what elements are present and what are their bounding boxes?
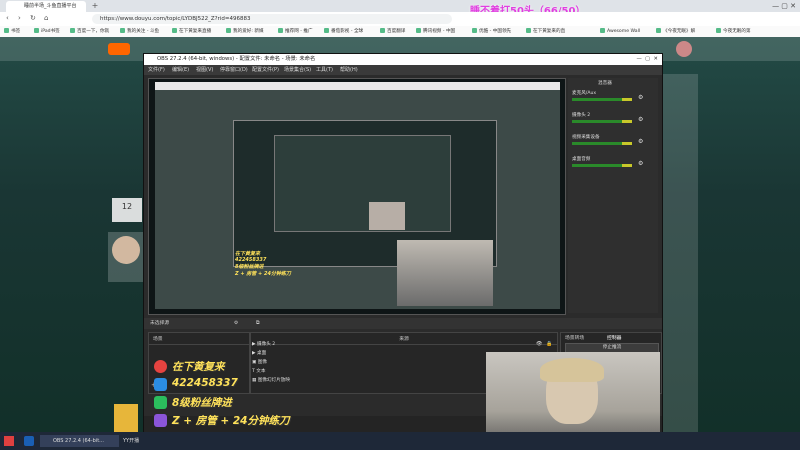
preview-social-overlay: 在下黄复来 422458337 8级粉丝牌进 Z + 房管 + 24分钟练刀	[235, 250, 291, 298]
mixer-level-bar	[572, 120, 632, 123]
mixer-channel-label: 桌面音频	[572, 157, 591, 162]
source-label: 桌面	[257, 351, 267, 356]
bookmark-item[interactable]: 腾讯视频 - 中国	[416, 27, 455, 36]
star-icon	[154, 414, 167, 427]
mixer-channel-label: 麦克风/Aux	[572, 91, 597, 96]
sources-panel-title: 来源	[251, 333, 557, 345]
visibility-eye-icon[interactable]: 👁	[536, 341, 542, 347]
mixer-title: 混音器	[598, 81, 612, 86]
mixer-level-bar	[572, 98, 632, 101]
preview-webcam	[397, 240, 493, 306]
gear-icon[interactable]: ⚙	[638, 116, 652, 124]
windows-taskbar: OBS 27.2.4 (64-bit... YY开播	[0, 432, 800, 450]
weibo-icon	[154, 360, 167, 373]
obs-window-controls[interactable]: — ▢ ✕	[637, 54, 658, 65]
menu-dock[interactable]: 停靠窗口(D)	[220, 65, 248, 75]
mixer-channel-label: 视频采集设备	[572, 135, 600, 140]
forward-icon[interactable]: ›	[18, 14, 21, 22]
qq-icon	[154, 378, 167, 391]
audio-mixer: 混音器 麦克风/Aux ⚙ 摄像头 2 ⚙ 视频采集设备 ⚙ 桌面音频 ⚙	[568, 78, 658, 313]
browser-tab-bar: 睡前半场_斗鱼直播平台 + 睡不着打50头（66/50） — ▢ ✕	[0, 0, 800, 17]
nested-capture: 在下黄复来 422458337 8级粉丝牌进 Z + 房管 + 24分钟练刀	[155, 82, 560, 309]
obs-titlebar: OBS 27.2.4 (64-bit, windows) - 配置文件: 未命名…	[144, 54, 662, 65]
source-label: 摄像头 2	[257, 342, 276, 347]
menu-scene-collection[interactable]: 场景集合(S)	[284, 65, 311, 75]
overlay-line-fans: 8级粉丝牌进	[172, 397, 232, 409]
tab-title: 睡前半场_斗鱼直播平台	[24, 3, 77, 9]
bookmark-item[interactable]: 优酷 - 中国领先	[472, 27, 511, 36]
lock-icon[interactable]: 🔒	[546, 341, 552, 347]
menu-help[interactable]: 帮助(H)	[340, 65, 358, 75]
bookmark-item[interactable]: 《今夜无眠》解	[656, 27, 695, 36]
preview-overlay-line: 在下黄复来	[235, 251, 261, 257]
window-controls[interactable]: — ▢ ✕	[760, 0, 800, 12]
taskbar-yy[interactable]: YY开播	[110, 435, 163, 447]
bookmark-item[interactable]: 番茄影视 - 全球	[324, 27, 363, 36]
source-toolbar: 未选择源 ⚙ ⧉	[144, 318, 662, 329]
bookmark-item[interactable]: 在下黄复来直播	[172, 27, 211, 36]
preview-overlay-line: Z + 房管 + 24分钟练刀	[235, 271, 291, 277]
right-side-panel	[662, 74, 698, 432]
obs-menubar: 文件(F) 编辑(E) 视图(V) 停靠窗口(D) 配置文件(P) 场景集合(S…	[144, 65, 662, 75]
bookmark-item[interactable]: 百度翻译	[380, 27, 405, 36]
menu-edit[interactable]: 编辑(E)	[172, 65, 189, 75]
tab-controls[interactable]: 控制器	[607, 334, 621, 341]
bookmark-item[interactable]: 书签	[4, 27, 20, 36]
mixer-level-bar	[572, 164, 632, 167]
overlay-line-qq: 422458337	[172, 377, 238, 389]
menu-tools[interactable]: 工具(T)	[316, 65, 333, 75]
mixer-level-bar	[572, 142, 632, 145]
obs-preview[interactable]: 在下黄复来 422458337 8级粉丝牌进 Z + 房管 + 24分钟练刀	[148, 78, 566, 315]
overlay-line-name: 在下黄复来	[172, 361, 225, 373]
bookmark-item[interactable]: 我的关注 - 斗鱼	[120, 27, 159, 36]
menu-view[interactable]: 视图(V)	[196, 65, 213, 75]
streamer-card	[108, 232, 144, 282]
bookmark-item[interactable]: Awesome Wall	[600, 27, 640, 36]
preview-overlay-line: 8级粉丝牌进	[235, 264, 264, 270]
gear-icon[interactable]: ⚙	[638, 94, 652, 102]
bookmark-item[interactable]: 我的爱好: 新媒	[226, 27, 264, 36]
bookmark-item[interactable]: 百度一下，你就	[70, 27, 109, 36]
level-number: 12	[121, 202, 133, 211]
gear-icon[interactable]: ⚙	[638, 160, 652, 168]
reload-icon[interactable]: ↻	[30, 14, 36, 22]
overlay-line-moderator: Z + 房管 + 24分钟练刀	[172, 415, 290, 427]
bookmark-item[interactable]: 在下黄复来的直	[526, 27, 565, 36]
menu-file[interactable]: 文件(F)	[148, 65, 165, 75]
menu-profile[interactable]: 配置文件(P)	[252, 65, 279, 75]
filters-icon[interactable]: ⧉	[256, 318, 259, 329]
gear-icon[interactable]: ⚙	[638, 138, 652, 146]
browser-tab[interactable]: 睡前半场_斗鱼直播平台	[6, 1, 86, 12]
bookmark-item[interactable]: 今夜无眠的第	[716, 27, 751, 36]
properties-icon[interactable]: ⚙	[234, 318, 238, 329]
streamer-avatar[interactable]	[112, 236, 140, 264]
nested-webcam	[369, 202, 405, 230]
gift-icon[interactable]	[114, 404, 138, 432]
scenes-panel-title: 场景	[149, 333, 249, 345]
wechat-icon	[154, 396, 167, 409]
mixer-channel-label: 摄像头 2	[572, 113, 591, 118]
bookmark-item[interactable]: 推荐网 - 推广	[278, 27, 313, 36]
nested-capture-deep	[274, 135, 451, 232]
taskbar-app-icon[interactable]	[24, 436, 34, 446]
no-source-selected: 未选择源	[150, 321, 170, 326]
home-icon[interactable]: ⌂	[44, 14, 48, 22]
nested-browser-bar	[155, 82, 560, 90]
taskbar-obs[interactable]: OBS 27.2.4 (64-bit...	[40, 435, 119, 447]
source-item[interactable]: ▶ 摄像头 2	[252, 341, 275, 347]
new-tab-icon[interactable]: +	[90, 1, 100, 11]
level-card: 12	[112, 198, 142, 222]
streamer-hair	[540, 358, 604, 382]
tab-scene-transitions[interactable]: 场景转场	[565, 334, 584, 341]
url-input[interactable]: https://www.douyu.com/topic/LYDBJ522_Z?r…	[92, 14, 452, 24]
back-icon[interactable]: ‹	[6, 14, 9, 22]
start-icon[interactable]	[4, 436, 14, 446]
user-avatar[interactable]	[676, 41, 692, 57]
source-item[interactable]: ▶ 桌面	[252, 350, 266, 356]
obs-title: OBS 27.2.4 (64-bit, windows) - 配置文件: 未命名…	[157, 56, 316, 62]
douyu-logo[interactable]	[108, 43, 130, 55]
bookmark-item[interactable]: iPad书签	[34, 27, 60, 36]
